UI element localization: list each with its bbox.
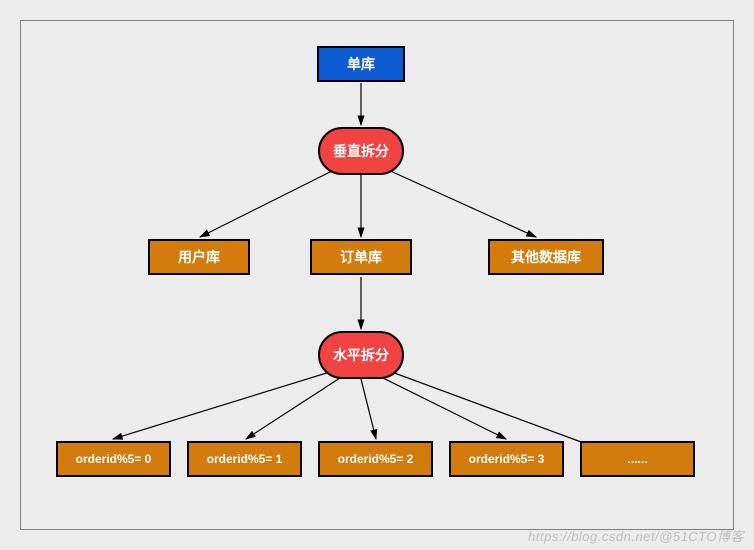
node-single-db: 单库 bbox=[317, 46, 405, 82]
node-label: 水平拆分 bbox=[333, 345, 389, 365]
node-label: 订单库 bbox=[340, 247, 382, 267]
diagram-frame: 单库 垂直拆分 用户库 订单库 其他数据库 水平拆分 orderid%5= 0 … bbox=[20, 20, 734, 530]
node-order-db: 订单库 bbox=[310, 239, 412, 275]
node-label: orderid%5= 2 bbox=[338, 452, 414, 466]
node-label: orderid%5= 3 bbox=[469, 452, 545, 466]
node-shard-0: orderid%5= 0 bbox=[56, 441, 171, 477]
node-shard-2: orderid%5= 2 bbox=[318, 441, 433, 477]
node-label: 单库 bbox=[347, 54, 375, 74]
node-label: 其他数据库 bbox=[511, 247, 581, 267]
node-vertical-split: 垂直拆分 bbox=[318, 127, 404, 175]
node-shard-3: orderid%5= 3 bbox=[449, 441, 564, 477]
node-user-db: 用户库 bbox=[148, 239, 250, 275]
node-label: 垂直拆分 bbox=[333, 141, 389, 161]
node-other-db: 其他数据库 bbox=[488, 239, 604, 275]
node-label: orderid%5= 0 bbox=[76, 452, 152, 466]
node-label: ...... bbox=[627, 452, 647, 466]
node-label: 用户库 bbox=[178, 247, 220, 267]
node-shard-1: orderid%5= 1 bbox=[187, 441, 302, 477]
node-horizontal-split: 水平拆分 bbox=[318, 331, 404, 379]
node-shard-ellipsis: ...... bbox=[580, 441, 695, 477]
watermark-text: https://blog.csdn.net/@51CTO博客 bbox=[528, 526, 744, 545]
node-label: orderid%5= 1 bbox=[207, 452, 283, 466]
